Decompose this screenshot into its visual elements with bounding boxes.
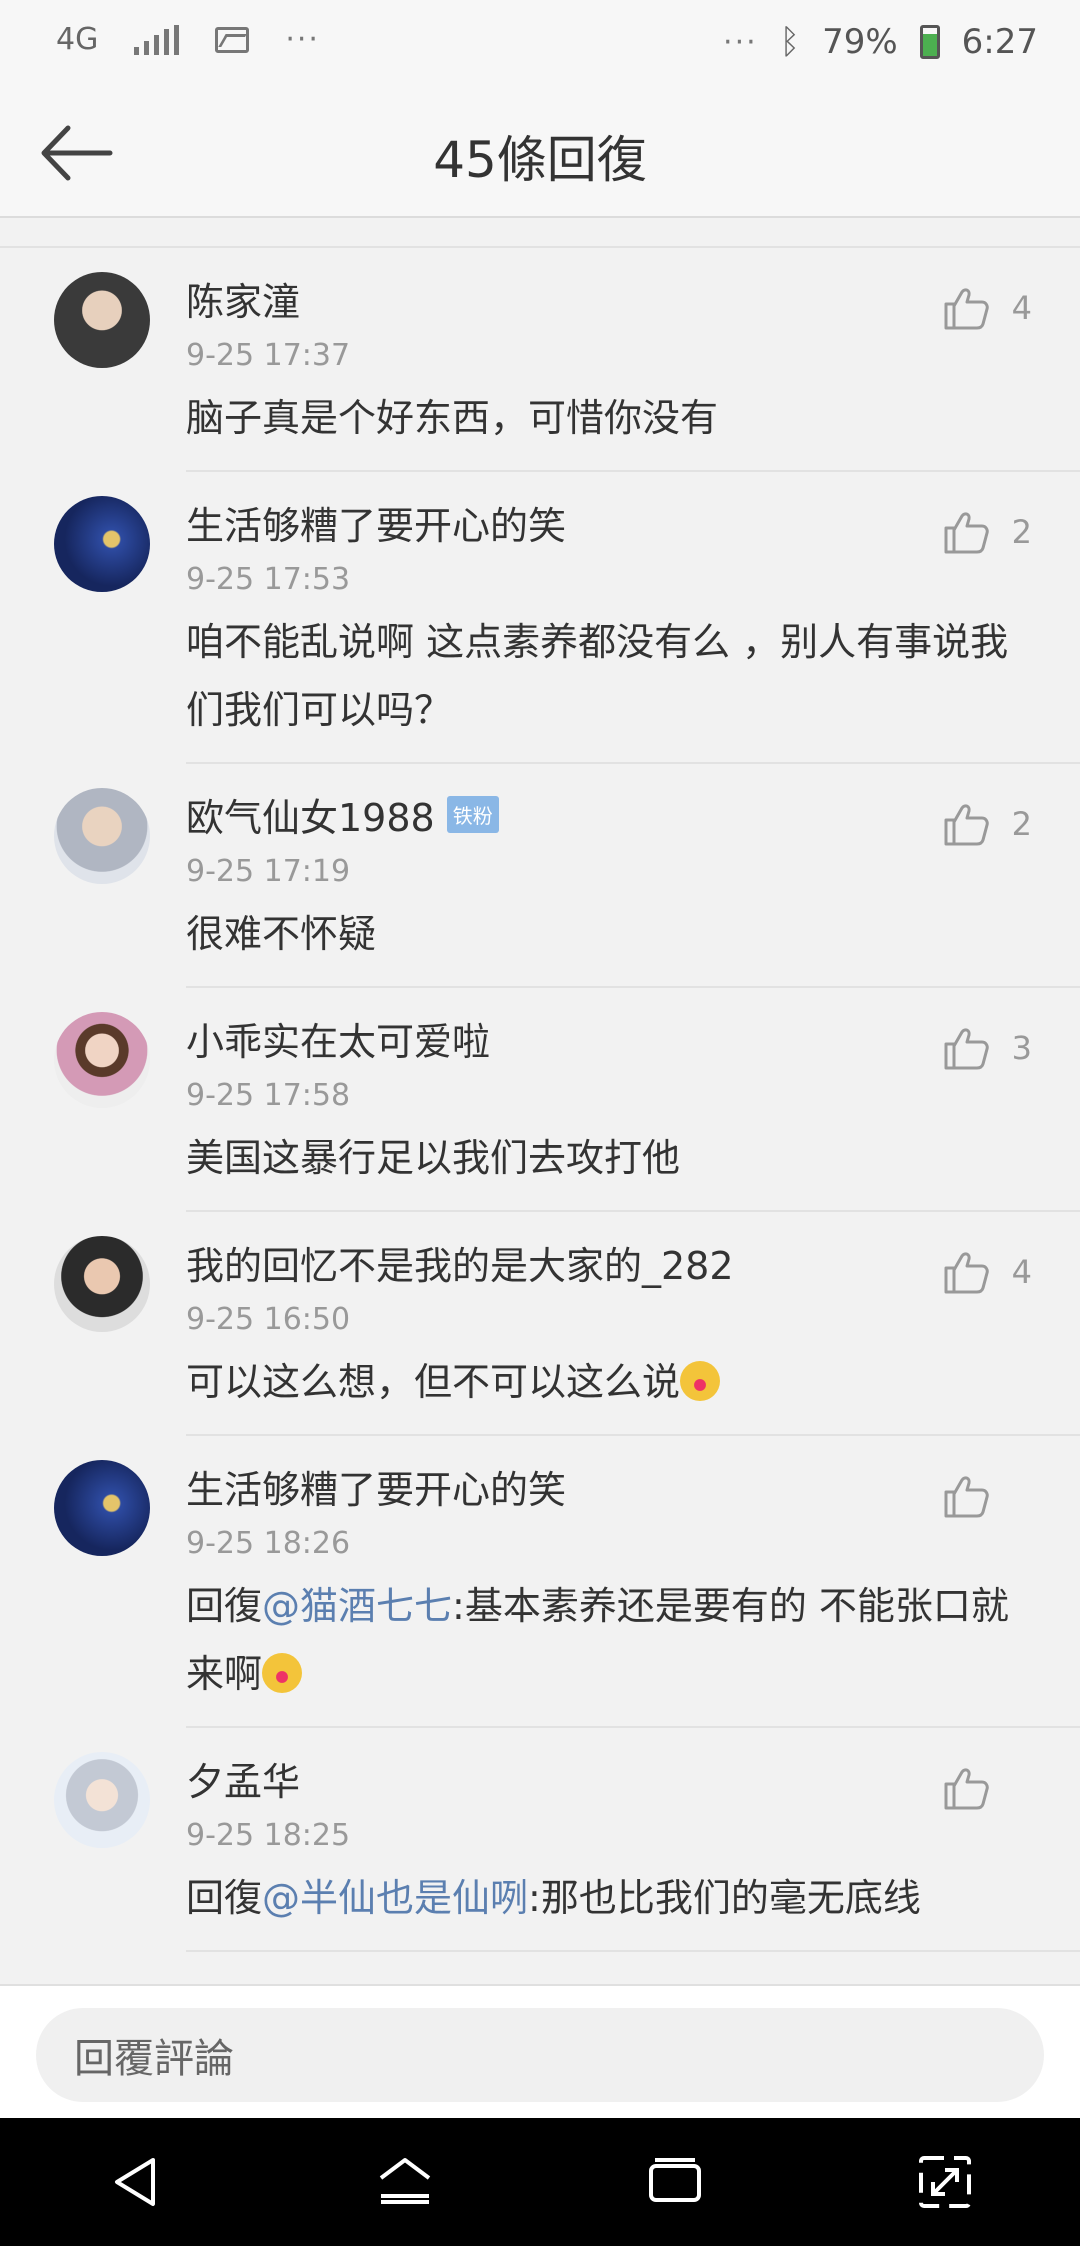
like-button[interactable] bbox=[942, 1472, 1032, 1520]
comment-body: 可以这么想，但不可以这么说 bbox=[186, 1360, 681, 1404]
reply-prefix: 回復 bbox=[186, 1584, 263, 1628]
comment-item[interactable]: 我的回忆不是我的是大家的_282 9-25 16:50 可以这么想，但不可以这么说 4 bbox=[54, 1212, 1080, 1436]
comment-text[interactable]: 咱不能乱说啊 这点素养都没有么 ，别人有事说我们我们可以吗？ bbox=[186, 602, 1080, 762]
timestamp: 9-25 18:25 bbox=[186, 1818, 351, 1853]
expand-icon bbox=[919, 2156, 971, 2208]
like-count: 3 bbox=[1011, 1029, 1032, 1067]
comment-text[interactable]: 回復@猫酒七七:基本素养还是要有的 不能张口就来啊 bbox=[186, 1566, 1080, 1726]
username[interactable]: 生活够糟了要开心的笑 bbox=[186, 1459, 566, 1514]
comment-text[interactable]: 美国这暴行足以我们去攻打他 bbox=[186, 1118, 1080, 1210]
timestamp: 9-25 18:26 bbox=[186, 1526, 351, 1561]
username[interactable]: 陈家潼 bbox=[186, 271, 300, 326]
header: 45條回復 bbox=[0, 90, 1080, 218]
triangle-back-icon bbox=[115, 2158, 155, 2206]
thumbs-up-icon bbox=[944, 1768, 989, 1810]
comment-body: :那也比我们的毫无底线 bbox=[528, 1876, 921, 1920]
comment-body: 脑子真是个好东西，可惜你没有 bbox=[186, 396, 719, 440]
avatar[interactable] bbox=[54, 496, 150, 592]
status-bar: 4G ··· ··· ᛒ 79% 6:27 bbox=[0, 0, 1080, 90]
avatar[interactable] bbox=[54, 1752, 150, 1848]
nav-expand-button[interactable] bbox=[900, 2137, 990, 2227]
timestamp: 9-25 17:37 bbox=[186, 338, 351, 373]
username[interactable]: 小乖实在太可爱啦 bbox=[186, 1011, 490, 1066]
system-nav-bar bbox=[0, 2118, 1080, 2246]
comment-item[interactable]: 欧气仙女1988 铁粉 9-25 17:19 很难不怀疑 2 bbox=[54, 764, 1080, 988]
thumbs-up-icon bbox=[944, 1252, 989, 1294]
like-count: 2 bbox=[1011, 805, 1032, 843]
username[interactable]: 生活够糟了要开心的笑 bbox=[186, 495, 566, 550]
comment-item[interactable]: 小乖实在太可爱啦 9-25 17:58 美国这暴行足以我们去攻打他 3 bbox=[54, 988, 1080, 1212]
image-notification-icon bbox=[215, 26, 250, 53]
username[interactable]: 夕孟华 bbox=[186, 1751, 300, 1806]
bluetooth-icon: ᛒ bbox=[779, 22, 801, 62]
like-button[interactable] bbox=[942, 1764, 1032, 1812]
thumbs-up-icon bbox=[944, 1476, 989, 1518]
avatar[interactable] bbox=[54, 1460, 150, 1556]
more-notifications-icon: ··· bbox=[285, 22, 320, 57]
fan-badge: 铁粉 bbox=[446, 795, 499, 833]
thumbs-up-icon bbox=[944, 512, 989, 554]
status-right: ··· ᛒ 79% 6:27 bbox=[723, 22, 1038, 62]
comment-list[interactable]: 陈家潼 9-25 17:37 脑子真是个好东西，可惜你没有 4 生活够糟了要开心的笑 9-… bbox=[0, 246, 1080, 1986]
like-count: 4 bbox=[1011, 289, 1032, 327]
like-button[interactable]: 3 bbox=[942, 1024, 1032, 1072]
comment-text[interactable]: 很难不怀疑 bbox=[186, 894, 1080, 986]
like-button[interactable]: 2 bbox=[942, 800, 1032, 848]
status-left: 4G ··· bbox=[56, 22, 320, 57]
timestamp: 9-25 17:53 bbox=[186, 562, 351, 597]
comment-text[interactable]: 脑子真是个好东西，可惜你没有 bbox=[186, 378, 1080, 470]
reply-bar: 回覆評論 bbox=[0, 1984, 1080, 2120]
comment-item[interactable]: 生活够糟了要开心的笑 9-25 18:26 回復@猫酒七七:基本素养还是要有的 不能… bbox=[54, 1436, 1080, 1728]
thumbs-up-icon bbox=[944, 1028, 989, 1070]
like-button[interactable]: 4 bbox=[942, 284, 1032, 332]
clock: 6:27 bbox=[961, 22, 1038, 62]
recents-icon bbox=[649, 2158, 701, 2202]
home-icon bbox=[379, 2158, 431, 2204]
avatar[interactable] bbox=[54, 1236, 150, 1332]
timestamp: 9-25 17:19 bbox=[186, 854, 351, 889]
like-button[interactable]: 4 bbox=[942, 1248, 1032, 1296]
like-count: 4 bbox=[1011, 1253, 1032, 1291]
reply-input[interactable]: 回覆評論 bbox=[36, 2008, 1044, 2102]
more-status-icon: ··· bbox=[723, 24, 758, 60]
mention-link[interactable]: @半仙也是仙咧 bbox=[262, 1876, 528, 1920]
avatar[interactable] bbox=[54, 788, 150, 884]
timestamp: 9-25 17:58 bbox=[186, 1078, 351, 1113]
comment-item[interactable]: 夕孟华 9-25 18:25 回復@半仙也是仙咧:那也比我们的毫无底线 bbox=[54, 1728, 1080, 1952]
username[interactable]: 欧气仙女1988 bbox=[186, 787, 435, 842]
battery-percent: 79% bbox=[822, 22, 898, 62]
avatar[interactable] bbox=[54, 1012, 150, 1108]
comment-text[interactable]: 回復@半仙也是仙咧:那也比我们的毫无底线 bbox=[186, 1858, 1080, 1950]
crying-laugh-emoji-icon bbox=[262, 1653, 303, 1693]
like-button[interactable]: 2 bbox=[942, 508, 1032, 556]
nav-home-button[interactable] bbox=[360, 2137, 450, 2227]
signal-icon bbox=[134, 24, 180, 55]
crying-laugh-emoji-icon bbox=[680, 1361, 721, 1401]
timestamp: 9-25 16:50 bbox=[186, 1302, 351, 1337]
avatar[interactable] bbox=[54, 272, 150, 368]
thumbs-up-icon bbox=[944, 288, 989, 330]
username[interactable]: 我的回忆不是我的是大家的_282 bbox=[186, 1235, 734, 1290]
comment-item[interactable]: 生活够糟了要开心的笑 9-25 17:53 咱不能乱说啊 这点素养都没有么 ，别人有… bbox=[54, 472, 1080, 764]
comment-body: 很难不怀疑 bbox=[186, 912, 377, 956]
nav-back-button[interactable] bbox=[90, 2137, 180, 2227]
like-count: 2 bbox=[1011, 513, 1032, 551]
nav-recents-button[interactable] bbox=[630, 2137, 720, 2227]
mention-link[interactable]: @猫酒七七 bbox=[262, 1584, 452, 1628]
battery-icon bbox=[919, 25, 940, 59]
comment-body: 美国这暴行足以我们去攻打他 bbox=[186, 1136, 681, 1180]
network-type: 4G bbox=[56, 21, 99, 57]
thumbs-up-icon bbox=[944, 804, 989, 846]
comment-body: 咱不能乱说啊 这点素养都没有么 ，别人有事说我们我们可以吗？ bbox=[186, 620, 1009, 732]
reply-prefix: 回復 bbox=[186, 1876, 263, 1920]
comment-item[interactable]: 陈家潼 9-25 17:37 脑子真是个好东西，可惜你没有 4 bbox=[54, 248, 1080, 472]
comment-text[interactable]: 可以这么想，但不可以这么说 bbox=[186, 1342, 1080, 1434]
page-title: 45條回復 bbox=[433, 131, 647, 189]
